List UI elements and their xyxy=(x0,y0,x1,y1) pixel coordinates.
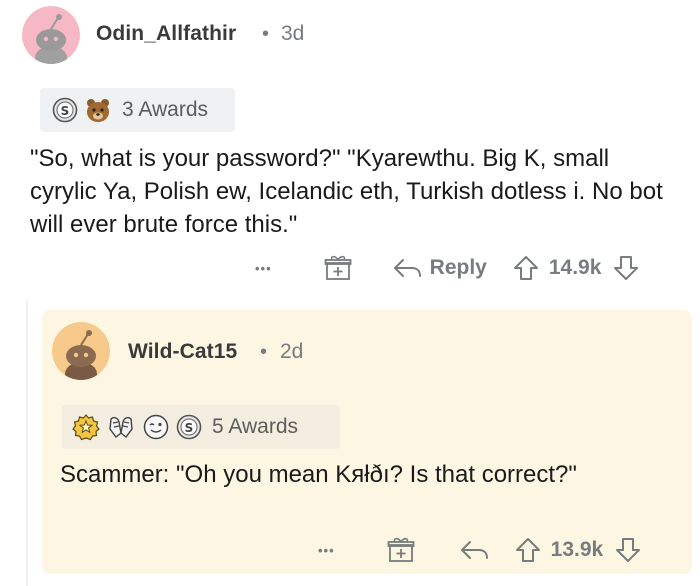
reply-arrow-icon xyxy=(393,259,421,277)
downvote-button[interactable] xyxy=(615,537,641,563)
snoo-avatar-icon xyxy=(22,6,80,64)
svg-text:S: S xyxy=(185,421,194,435)
vote-score: 14.9k xyxy=(548,256,602,279)
comment-age[interactable]: 3d xyxy=(281,22,304,46)
reply-button[interactable] xyxy=(459,539,489,561)
upvote-button[interactable] xyxy=(515,537,541,563)
give-award-button[interactable] xyxy=(387,537,415,563)
reply-awards-badge[interactable]: S 5 Awards xyxy=(62,405,340,449)
gift-icon xyxy=(387,537,415,562)
meta-separator: • xyxy=(262,23,270,45)
avatar[interactable] xyxy=(22,6,80,64)
upvote-arrow-icon xyxy=(515,538,540,562)
upvote-arrow-icon xyxy=(513,256,538,280)
bear-award-icon xyxy=(84,96,112,124)
silver-award-icon: S xyxy=(176,414,202,440)
downvote-arrow-icon xyxy=(616,538,641,562)
reply-username[interactable]: Wild-Cat15 xyxy=(128,340,237,364)
more-options-button[interactable]: ••• xyxy=(318,543,335,558)
reply-body: Scammer: "Oh you mean Kяłðı? Is that cor… xyxy=(60,461,577,488)
reply-label: Reply xyxy=(429,256,487,279)
gift-icon xyxy=(324,255,352,280)
downvote-button[interactable] xyxy=(613,255,639,281)
meta-separator: • xyxy=(260,341,268,363)
reply-button[interactable]: Reply xyxy=(392,256,487,280)
comment-username[interactable]: Odin_Allfathir xyxy=(96,22,236,46)
reply-actions: ••• 13.9k xyxy=(318,534,641,566)
silver-award-icon: S xyxy=(52,97,78,123)
svg-text:S: S xyxy=(61,104,70,118)
hands-award-icon xyxy=(106,413,136,441)
upvote-button[interactable] xyxy=(513,255,539,281)
downvote-arrow-icon xyxy=(614,256,639,280)
vote-score: 13.9k xyxy=(550,538,604,561)
star-award-icon xyxy=(72,413,100,441)
comment-body: "So, what is your password?" "Kyarewthu.… xyxy=(30,145,663,238)
comment-actions: ••• Reply 14.9k xyxy=(255,252,639,284)
awards-count-label: 5 Awards xyxy=(212,415,298,438)
reply-age[interactable]: 2d xyxy=(280,340,303,364)
awards-badge[interactable]: S 3 Awards xyxy=(40,88,235,132)
give-award-button[interactable] xyxy=(324,255,352,281)
awards-count-label: 3 Awards xyxy=(122,98,208,121)
reply-avatar[interactable] xyxy=(52,322,110,380)
snoo-avatar-icon xyxy=(52,322,110,380)
reply-arrow-icon xyxy=(460,541,488,559)
more-options-button[interactable]: ••• xyxy=(255,261,272,276)
wink-award-icon xyxy=(142,413,170,441)
thread-line[interactable] xyxy=(26,300,28,586)
